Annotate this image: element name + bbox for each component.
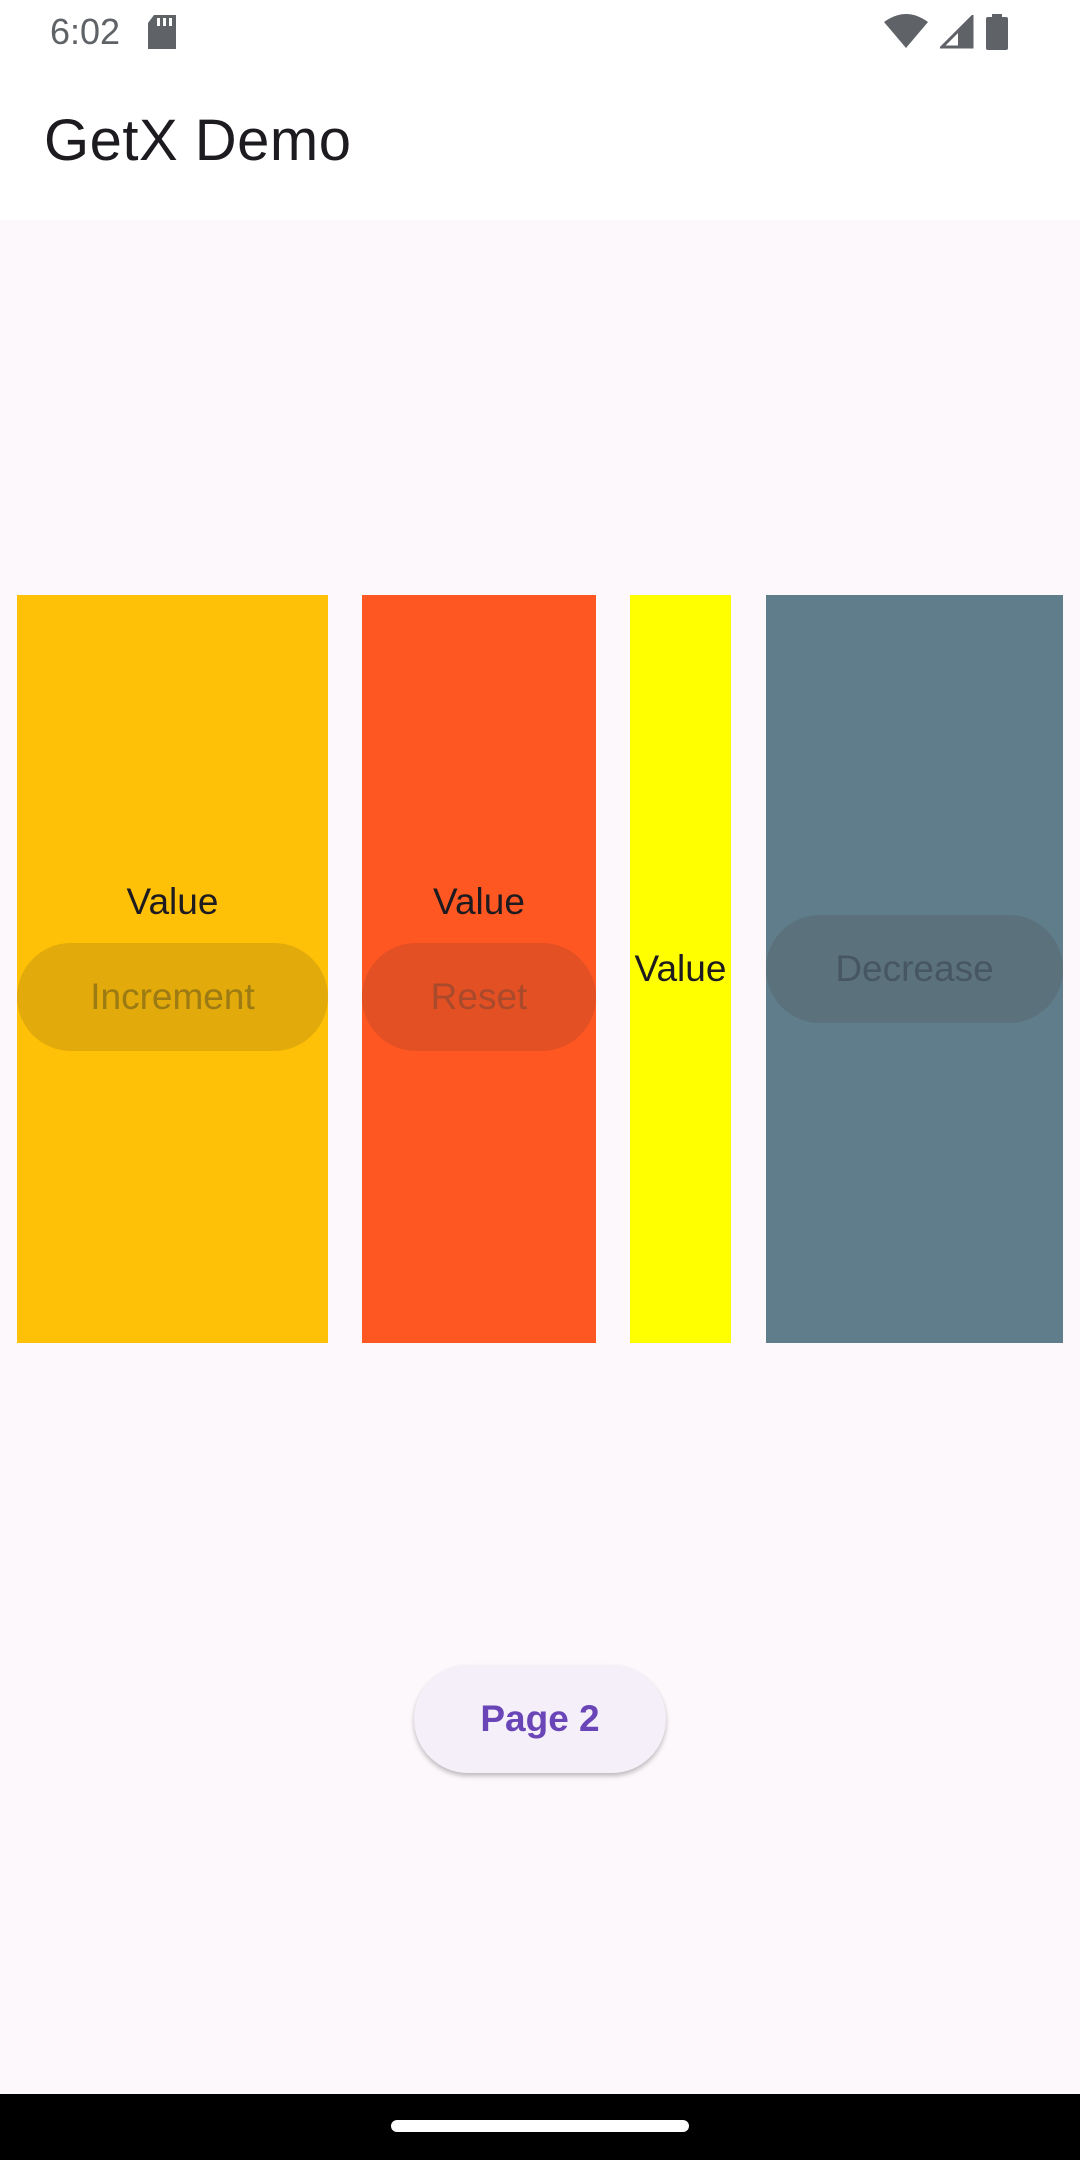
page-title: GetX Demo <box>44 108 352 173</box>
battery-icon <box>986 14 1008 55</box>
increment-button[interactable]: Increment <box>17 943 328 1051</box>
home-handle[interactable] <box>391 2120 689 2132</box>
navigation-bar <box>0 2094 1080 2160</box>
wifi-icon <box>884 14 928 55</box>
value-label-increment: Value <box>126 881 219 922</box>
sd-card-icon <box>148 15 176 49</box>
app-bar: GetX Demo <box>0 66 1080 220</box>
signal-icon <box>938 13 974 54</box>
value-label-yellow: Value <box>634 948 727 989</box>
value-label-reset: Value <box>433 881 525 922</box>
status-icons <box>884 13 1008 55</box>
status-bar: 6:02 <box>0 0 1080 66</box>
status-time: 6:02 <box>50 11 121 52</box>
page-2-button[interactable]: Page 2 <box>414 1665 666 1773</box>
decrease-button[interactable]: Decrease <box>766 915 1063 1023</box>
reset-button[interactable]: Reset <box>362 943 596 1051</box>
